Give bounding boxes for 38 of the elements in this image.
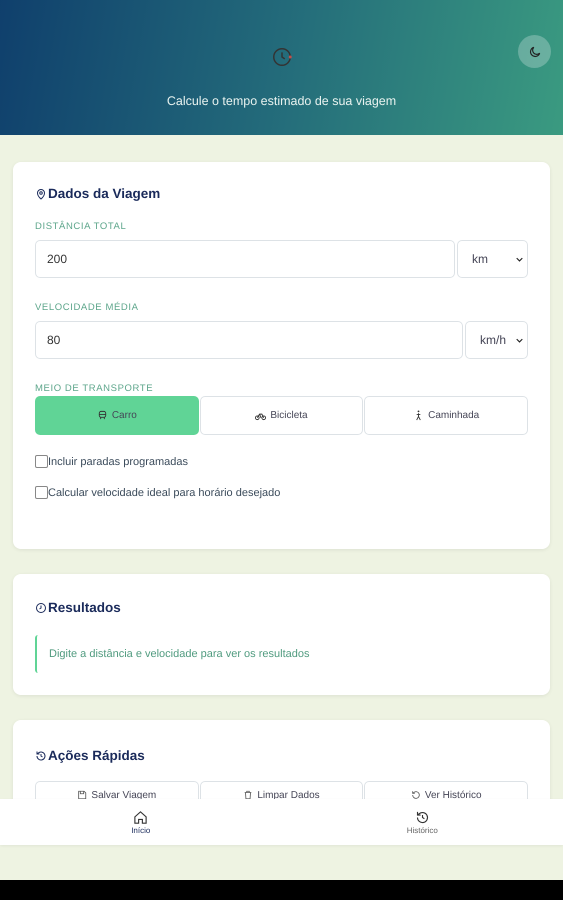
distance-input[interactable]: 200 [35,240,455,278]
results-message: Digite a distância e velocidade para ver os resultados [35,635,528,673]
map-pin-icon [35,188,47,200]
card-title: Dados da Viagem [48,186,160,201]
quick-action-button[interactable]: Limpar Dados [200,781,364,800]
transport-option[interactable]: Bicicleta [200,396,364,435]
dark-mode-toggle[interactable] [518,35,551,68]
unit-select[interactable]: km [457,240,528,278]
card-title: Ações Rápidas [48,748,145,763]
card-title: Resultados [48,600,121,615]
field-label: DISTÂNCIA TOTAL [35,221,128,232]
header-subtitle: Calcule o tempo estimado de sua viagem [166,94,396,108]
home-icon [133,810,148,824]
chevron-down-icon [516,338,523,342]
clock-icon [270,46,292,68]
quick-action-button[interactable]: Salvar Viagem [35,781,199,800]
unit-select[interactable]: km/h [465,321,528,359]
car-icon [96,410,108,421]
nav-item[interactable]: Início [0,799,282,845]
history-icon [35,750,47,762]
clock-icon [35,602,47,614]
save-icon [77,790,88,800]
history-icon [410,790,421,800]
nav-item[interactable]: Histórico [282,799,563,845]
quick-action-button[interactable]: Ver Histórico [364,781,528,800]
checkbox[interactable] [35,455,48,468]
speed-input[interactable]: 80 [35,321,463,359]
history-icon [414,810,430,824]
checkbox-label: Incluir paradas programadas [48,456,188,468]
transport-option[interactable]: Caminhada [364,396,528,435]
transport-option[interactable]: Carro [35,396,199,435]
trash-icon [243,790,254,800]
moon-icon [528,44,542,58]
checkbox-label: Calcular velocidade ideal para horário desejado [48,486,280,498]
checkbox[interactable] [35,486,48,499]
field-label: MEIO DE TRANSPORTE [35,383,154,394]
field-label: VELOCIDADE MÉDIA [35,302,140,313]
chevron-down-icon [516,256,523,262]
